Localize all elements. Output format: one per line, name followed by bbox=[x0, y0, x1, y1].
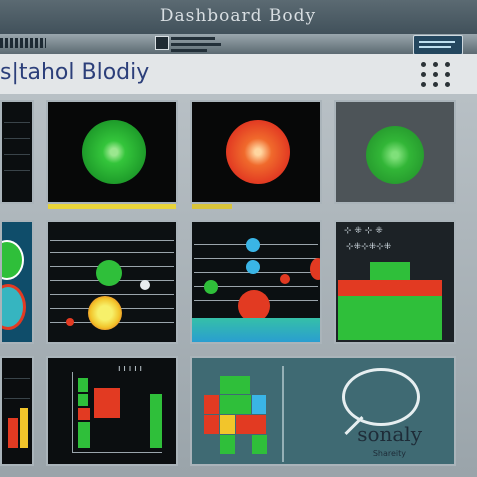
menu-right-button[interactable] bbox=[413, 35, 463, 55]
red-indicator bbox=[226, 120, 290, 184]
red-bubble bbox=[88, 296, 122, 330]
green-indicator bbox=[82, 120, 146, 184]
panel-r1c0[interactable] bbox=[0, 100, 34, 204]
panel-green-gauge-2[interactable] bbox=[334, 100, 456, 204]
page-title: s|tahol Blodiy bbox=[0, 60, 150, 85]
panel-bar-chart[interactable]: ⊹ ⁜ ⊹ ⁜ ⊹⁜⊹⁜⊹⁜ bbox=[334, 220, 456, 344]
panel-grouped-bars[interactable]: ı ı ı ı ı bbox=[46, 356, 178, 466]
yellow-status-bar-2 bbox=[192, 204, 232, 209]
panel-red-gauge[interactable] bbox=[190, 100, 322, 204]
app-title: Dashboard Body bbox=[159, 6, 317, 26]
panel-label: sonaly bbox=[357, 422, 422, 446]
small-red-bubble bbox=[66, 318, 74, 326]
panel-sublabel: Shareity bbox=[372, 449, 406, 458]
dashboard-grid: ⊹ ⁜ ⊹ ⁜ ⊹⁜⊹⁜⊹⁜ ı ı ı ı ı sonaly Shareity bbox=[0, 94, 477, 477]
white-bubble bbox=[140, 280, 150, 290]
panel-heatmap-wide[interactable]: sonaly Shareity bbox=[190, 356, 456, 466]
panel-scatter-chart[interactable] bbox=[190, 220, 322, 344]
app-icon bbox=[155, 36, 169, 50]
green-indicator-2 bbox=[366, 126, 424, 184]
window-titlebar: Dashboard Body bbox=[0, 0, 477, 34]
menu-center-item[interactable] bbox=[155, 34, 225, 54]
menu-left-items[interactable] bbox=[0, 38, 46, 48]
panel-bubble-chart[interactable] bbox=[46, 220, 178, 344]
menu-bar bbox=[0, 34, 477, 55]
yellow-status-bar bbox=[48, 204, 176, 209]
search-icon[interactable] bbox=[342, 368, 420, 426]
page-header: s|tahol Blodiy bbox=[0, 54, 477, 94]
header-dots-icon[interactable] bbox=[419, 58, 453, 92]
panel-green-gauge[interactable] bbox=[46, 100, 178, 204]
panel-r2c0[interactable] bbox=[0, 220, 34, 344]
panel-r3c0[interactable] bbox=[0, 356, 34, 466]
green-bubble bbox=[96, 260, 122, 286]
